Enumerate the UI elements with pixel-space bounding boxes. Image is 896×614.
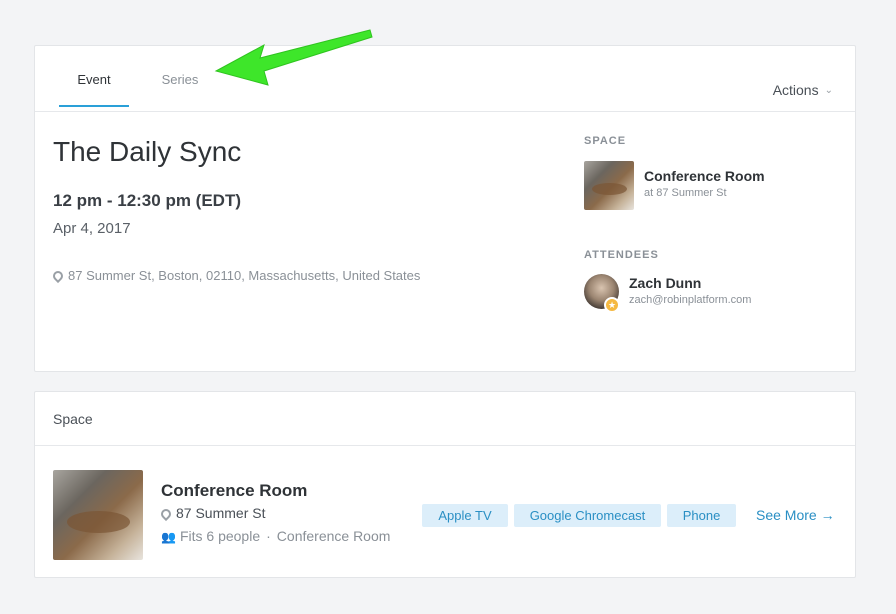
amenity-tag: Phone <box>667 504 736 527</box>
tab-bar: Event Series Actions ⌄ <box>35 46 855 112</box>
room-address: 87 Summer St <box>158 505 266 522</box>
amenity-tag: Apple TV <box>422 504 508 527</box>
space-card-header: Space <box>35 392 855 446</box>
event-card: Event Series Actions ⌄ The Daily Sync 12 … <box>34 45 856 372</box>
tab-series[interactable]: Series <box>145 46 215 107</box>
event-title: The Daily Sync <box>53 136 242 167</box>
room-capacity: Fits 6 people <box>179 528 261 544</box>
see-more-link[interactable]: See More → <box>756 507 835 523</box>
space-section-label: SPACE <box>584 135 627 147</box>
room-name[interactable]: Conference Room <box>161 481 307 501</box>
actions-label: Actions <box>772 82 819 98</box>
attendee-email: zach@robinplatform.com <box>629 294 752 306</box>
event-location-text: 87 Summer St, Boston, 02110, Massachuset… <box>68 268 421 283</box>
space-name[interactable]: Conference Room <box>644 168 765 184</box>
organizer-star-icon: ★ <box>604 297 620 313</box>
room-meta: 👥 Fits 6 people · Conference Room <box>161 528 390 544</box>
annotation-arrow-icon <box>214 29 373 86</box>
tab-event[interactable]: Event <box>59 46 129 107</box>
space-card-title: Space <box>53 411 93 427</box>
separator: · <box>266 528 271 544</box>
location-pin-icon <box>50 268 66 284</box>
event-date: Apr 4, 2017 <box>53 220 131 237</box>
room-photo[interactable] <box>53 470 143 560</box>
room-address-text: 87 Summer St <box>176 505 266 521</box>
event-location: 87 Summer St, Boston, 02110, Massachuset… <box>50 268 421 284</box>
chevron-down-icon: ⌄ <box>824 85 833 96</box>
room-type: Conference Room <box>276 528 391 544</box>
event-time: 12 pm - 12:30 pm (EDT) <box>53 191 241 210</box>
space-card: Space Conference Room 87 Summer St 👥 Fits… <box>34 391 856 578</box>
location-pin-icon <box>158 506 174 522</box>
space-thumbnail[interactable] <box>584 161 634 210</box>
attendee-name[interactable]: Zach Dunn <box>629 275 701 291</box>
people-icon: 👥 <box>161 530 176 544</box>
attendees-section-label: ATTENDEES <box>584 249 659 261</box>
actions-dropdown[interactable]: Actions ⌄ <box>773 82 833 98</box>
amenity-tag: Google Chromecast <box>514 504 661 527</box>
space-address: at 87 Summer St <box>644 187 727 199</box>
